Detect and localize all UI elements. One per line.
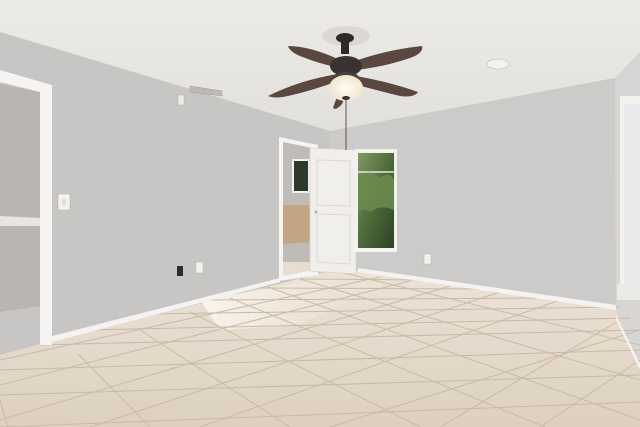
- hallway-window: [292, 159, 310, 193]
- outlet-left-wall-2: [195, 261, 204, 274]
- right-window-sill: [617, 284, 640, 300]
- outlet-left-wall: [177, 266, 183, 276]
- window-foliage: [358, 172, 394, 214]
- room-photo: [0, 0, 640, 427]
- closet-opening: [0, 84, 40, 312]
- right-window-glass: [624, 104, 640, 284]
- outlet-back-wall: [423, 253, 432, 265]
- door-knob[interactable]: [314, 210, 318, 214]
- fan-canopy: [336, 33, 354, 43]
- fan-light-bottom: [342, 96, 350, 100]
- smoke-detector: [486, 58, 510, 70]
- hallway-wainscot: [283, 205, 312, 244]
- wall-plate: [177, 94, 185, 106]
- light-switch-toggle: [62, 199, 66, 205]
- room-illustration: [0, 0, 640, 427]
- window-sill: [355, 248, 397, 252]
